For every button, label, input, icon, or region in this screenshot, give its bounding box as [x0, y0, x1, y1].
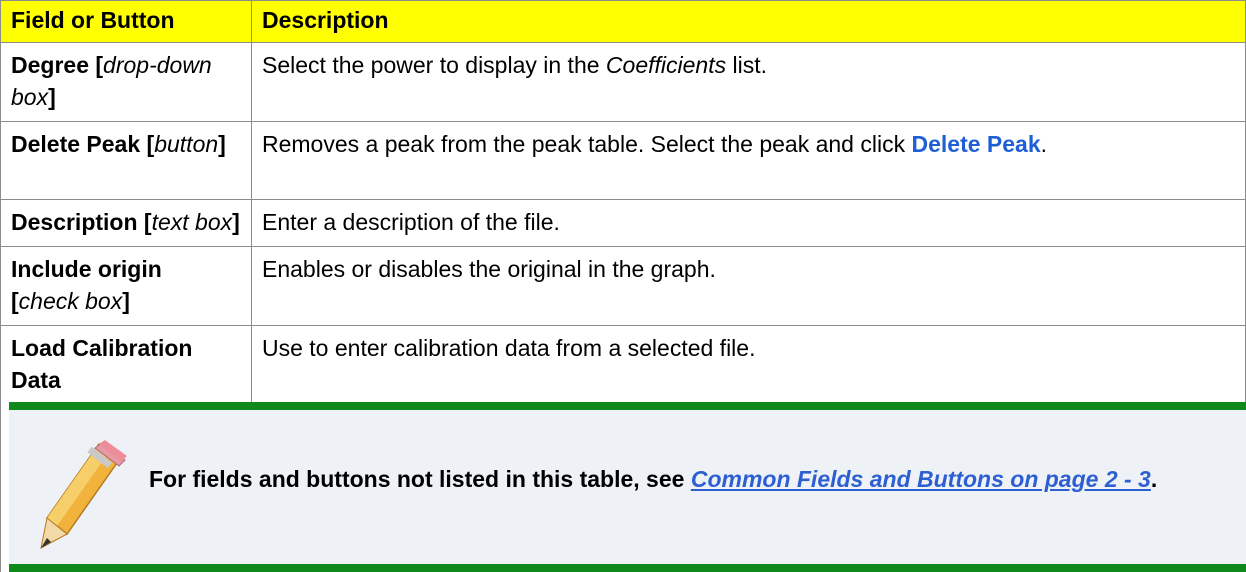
description-text-end: .	[1040, 131, 1048, 157]
header-description: Description	[251, 0, 1246, 43]
note-text: For fields and buttons not listed in thi…	[149, 462, 1209, 496]
fields-table: Field or Button Description Degree [drop…	[0, 0, 1246, 437]
pencil-icon	[40, 440, 127, 549]
field-bracket-close: ]	[218, 131, 226, 157]
table-row: Delete Peak [button] Removes a peak from…	[0, 121, 1246, 200]
field-type: button	[154, 131, 219, 157]
field-name: Include origin	[11, 256, 162, 282]
note-text-lead: For fields and buttons not listed in thi…	[149, 466, 691, 492]
description-cell: Removes a peak from the peak table. Sele…	[251, 121, 1246, 200]
field-bracket-close: ]	[232, 209, 240, 235]
note-text-end: .	[1150, 466, 1158, 492]
description-text: Removes a peak from the peak table. Sele…	[262, 131, 912, 157]
field-name: Load Calibration Data	[11, 335, 193, 393]
field-name: Degree [	[11, 52, 104, 78]
delete-peak-link[interactable]: Delete Peak	[911, 131, 1040, 157]
field-bracket-close: ]	[122, 288, 130, 314]
common-fields-link[interactable]: Common Fields and Buttons on page 2 - 3	[691, 466, 1151, 492]
field-bracket-open: [	[11, 288, 19, 314]
header-field-or-button: Field or Button	[0, 0, 252, 43]
note-box: For fields and buttons not listed in thi…	[0, 402, 1246, 572]
description-cell: Select the power to display in the Coeff…	[251, 42, 1246, 122]
field-bracket-close: ]	[48, 84, 56, 110]
table-row: Include origin [check box] Enables or dis…	[0, 246, 1246, 326]
table-header-row: Field or Button Description	[0, 0, 1246, 43]
field-name-cell: Delete Peak [button]	[0, 121, 252, 200]
table-row: Degree [drop-down box] Select the power …	[0, 42, 1246, 122]
description-text: Select the power to display in the	[262, 52, 606, 78]
note-panel: For fields and buttons not listed in thi…	[9, 402, 1246, 572]
field-name-cell: Include origin [check box]	[0, 246, 252, 326]
description-cell: Enables or disables the original in the …	[251, 246, 1246, 326]
field-name: Description [	[11, 209, 152, 235]
field-type: check box	[18, 288, 123, 314]
description-text-end: list.	[726, 52, 767, 78]
table-row: Description [text box] Enter a descripti…	[0, 199, 1246, 247]
field-name-cell: Degree [drop-down box]	[0, 42, 252, 122]
field-name: Delete Peak [	[11, 131, 155, 157]
field-type: text box	[151, 209, 233, 235]
description-emphasis: Coefficients	[605, 52, 727, 78]
description-cell: Enter a description of the file.	[251, 199, 1246, 247]
field-name-cell: Description [text box]	[0, 199, 252, 247]
